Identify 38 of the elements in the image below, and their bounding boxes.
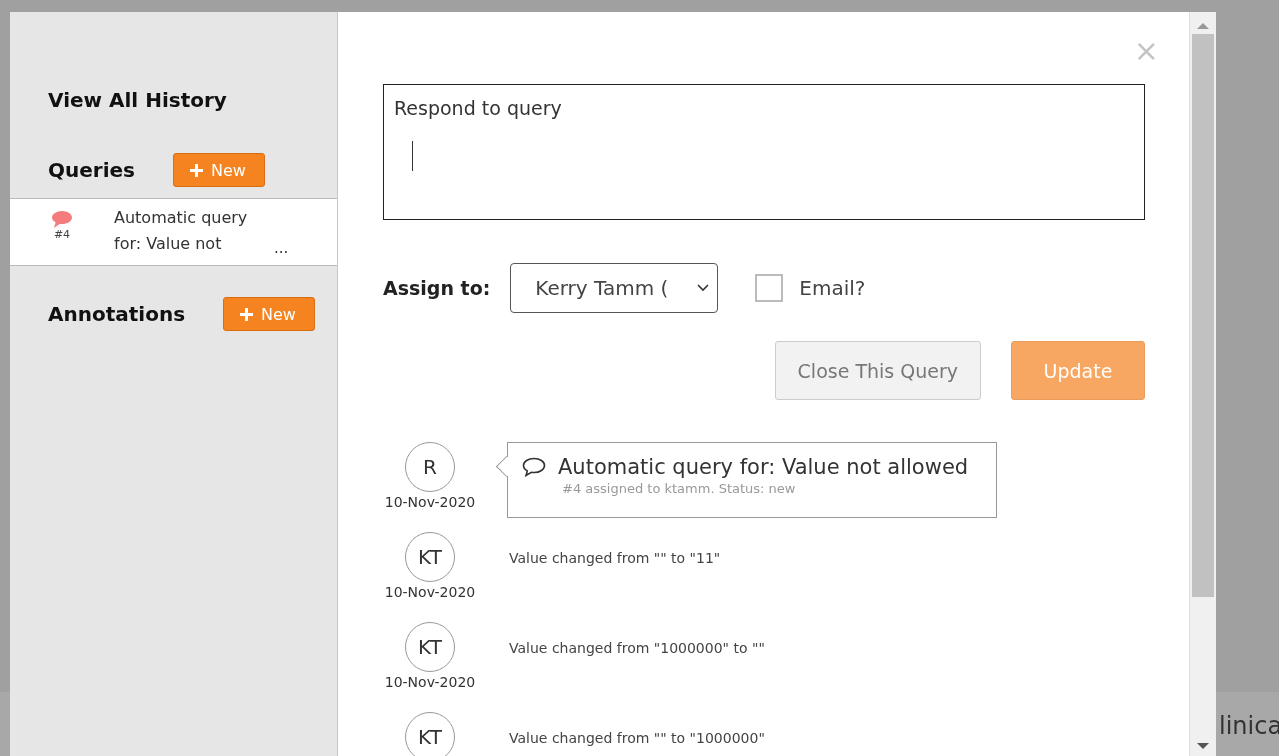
close-query-button[interactable]: Close This Query: [774, 341, 981, 400]
field-label: Respond to query: [394, 97, 563, 119]
query-item[interactable]: #4 Automatic query for: Value not ...: [10, 198, 337, 266]
scroll-thumb[interactable]: [1192, 34, 1214, 597]
scrollbar[interactable]: [1189, 12, 1216, 756]
change-text: Value changed from "" to "11": [509, 550, 721, 568]
scroll-up-icon[interactable]: [1197, 22, 1209, 30]
section-title: Queries: [48, 158, 136, 182]
speech-bubble-icon: [522, 457, 546, 477]
history-link[interactable]: View All History: [48, 88, 337, 112]
query-card-status: #4 assigned to ktamm. Status: new: [562, 481, 797, 496]
scroll-down-icon[interactable]: [1197, 742, 1209, 750]
query-number: #4: [53, 228, 71, 241]
event-date: 10-Nov-2020: [384, 674, 476, 690]
new-button[interactable]: New: [173, 153, 265, 187]
avatar: KT: [405, 622, 455, 672]
assign-label: Assign to:: [383, 277, 491, 299]
chevron-down-icon: [697, 284, 710, 292]
email-label: Email?: [799, 276, 866, 300]
change-text: Value changed from "" to "1000000": [509, 730, 765, 748]
response-field[interactable]: Respond to query: [383, 84, 1145, 220]
email-checkbox[interactable]: [755, 274, 784, 302]
avatar: KT: [405, 712, 455, 756]
plus-icon: [240, 307, 253, 321]
speech-bubble-icon: [52, 211, 72, 228]
event-date: 10-Nov-2020: [384, 494, 476, 510]
event-date: 10-Nov-2020: [384, 584, 476, 600]
section-title: Annotations: [48, 302, 187, 326]
avatar: KT: [405, 532, 455, 582]
text-cursor: [412, 141, 413, 171]
plus-icon: [190, 163, 203, 177]
query-title: Automatic query for: Value not: [114, 207, 249, 255]
avatar: R: [405, 442, 455, 492]
ellipsis: ...: [274, 239, 289, 257]
assignee-dropdown[interactable]: Kerry Tamm (: [510, 263, 719, 313]
new-button[interactable]: New: [223, 297, 315, 331]
query-card-title: Automatic query for: Value not allowed: [558, 455, 969, 479]
change-text: Value changed from "1000000" to "": [509, 640, 765, 658]
